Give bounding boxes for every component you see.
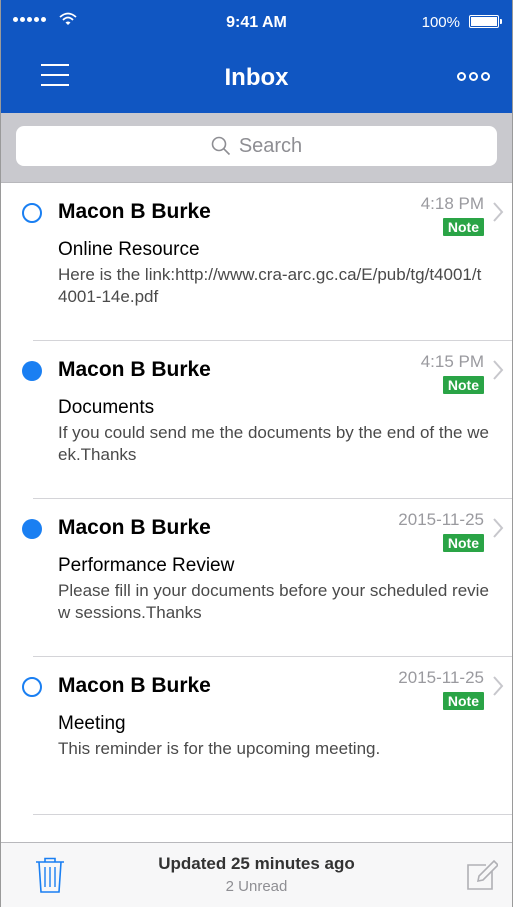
read-status-icon	[22, 677, 42, 697]
message-date: 4:15 PM	[420, 352, 484, 371]
unread-status-icon	[22, 361, 42, 381]
search-input[interactable]: Search	[16, 126, 497, 166]
message-list: Macon B Burke 4:18 PM Note Online Resour…	[1, 183, 512, 815]
message-preview: This reminder is for the upcoming meetin…	[58, 739, 381, 758]
compose-icon[interactable]	[464, 859, 498, 893]
message-subject: Meeting	[58, 713, 126, 734]
search-icon	[211, 136, 230, 156]
divider	[33, 814, 512, 815]
message-preview: If you could send me the documents by th…	[58, 423, 489, 464]
message-subject: Performance Review	[58, 555, 235, 576]
updated-label: Updated 25 minutes ago	[158, 854, 355, 873]
page-title: Inbox	[224, 64, 289, 91]
message-date: 2015-11-25	[398, 510, 484, 529]
note-badge: Note	[442, 218, 484, 236]
list-item[interactable]: Macon B Burke 2015-11-25 Note Meeting Th…	[1, 657, 512, 815]
header: 9:41 AM 100% Inbox	[1, 0, 512, 113]
message-sender: Macon B Burke	[58, 358, 211, 381]
unread-count: 2 Unread	[225, 878, 288, 895]
chevron-right-icon	[493, 202, 504, 222]
search-placeholder: Search	[238, 134, 303, 157]
more-options-icon[interactable]	[457, 72, 490, 81]
list-item[interactable]: Macon B Burke 4:18 PM Note Online Resour…	[1, 183, 512, 341]
chevron-right-icon	[493, 360, 504, 380]
battery-icon	[469, 15, 502, 28]
status-bar: 9:41 AM 100%	[1, 0, 512, 40]
chevron-right-icon	[493, 676, 504, 696]
update-status: Updated 25 minutes ago 2 Unread	[1, 854, 512, 895]
note-badge: Note	[442, 534, 484, 552]
chevron-right-icon	[493, 518, 504, 538]
message-subject: Documents	[58, 397, 155, 418]
bottom-toolbar: Updated 25 minutes ago 2 Unread	[1, 842, 512, 907]
nav-bar: Inbox	[1, 40, 512, 113]
message-preview: Please fill in your documents before you…	[58, 581, 489, 622]
message-subject: Online Resource	[58, 239, 200, 260]
app-screen: 9:41 AM 100% Inbox Search Macon B Burke	[0, 0, 513, 907]
message-date: 2015-11-25	[398, 668, 484, 687]
message-sender: Macon B Burke	[58, 200, 211, 223]
read-status-icon	[22, 203, 42, 223]
note-badge: Note	[442, 376, 484, 394]
message-date: 4:18 PM	[420, 194, 484, 213]
note-badge: Note	[442, 692, 484, 710]
unread-status-icon	[22, 519, 42, 539]
message-sender: Macon B Burke	[58, 516, 211, 539]
list-item[interactable]: Macon B Burke 4:15 PM Note Documents If …	[1, 341, 512, 499]
list-item[interactable]: Macon B Burke 2015-11-25 Note Performanc…	[1, 499, 512, 657]
battery-percentage: 100%	[421, 14, 460, 31]
message-preview: Here is the link:http://www.cra-arc.gc.c…	[58, 265, 482, 306]
message-sender: Macon B Burke	[58, 674, 211, 697]
search-area: Search	[1, 113, 512, 183]
